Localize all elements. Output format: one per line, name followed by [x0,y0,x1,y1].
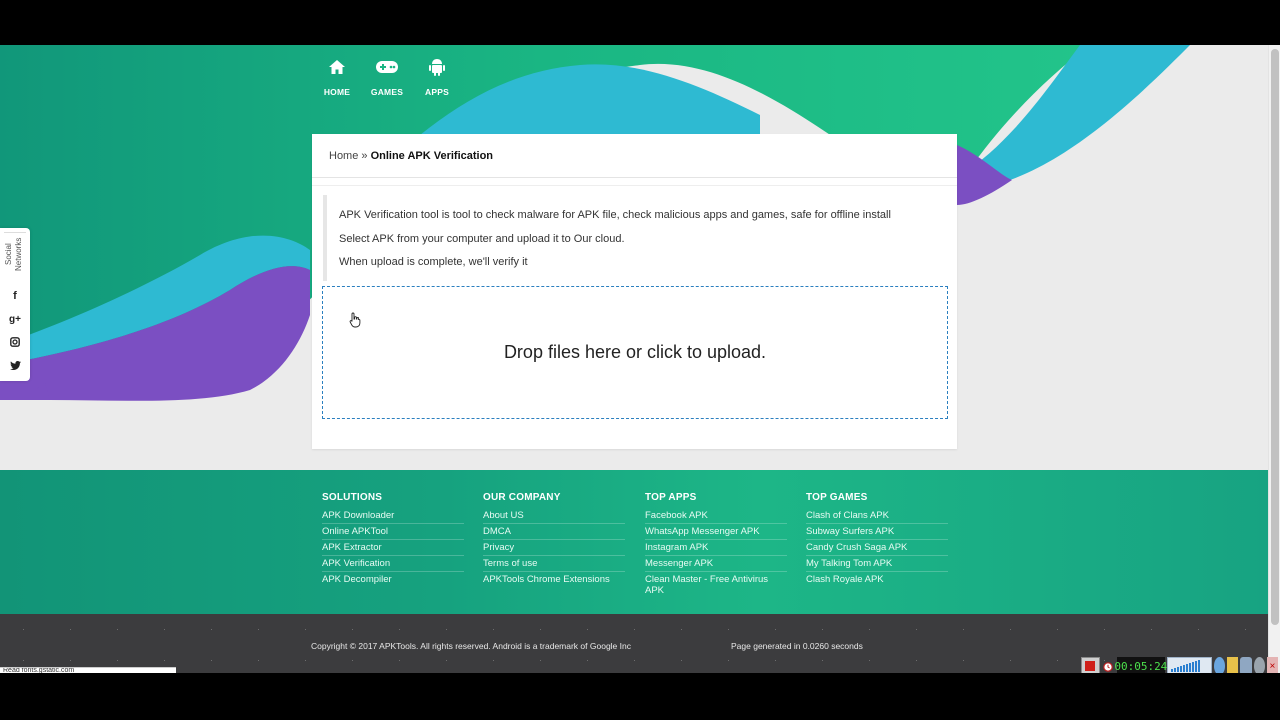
footer-link[interactable]: WhatsApp Messenger APK [645,524,787,540]
footer-column-top-games: TOP GAMES Clash of Clans APK Subway Surf… [806,492,948,587]
footer-link[interactable]: Instagram APK [645,540,787,556]
footer-column-our-company: OUR COMPANY About US DMCA Privacy Terms … [483,492,625,587]
main-card: Home » Online APK Verification APK Verif… [312,134,957,449]
footer: SOLUTIONS APK Downloader Online APKTool … [0,470,1268,614]
social-networks-sidebar: Social Networks f g+ [0,228,30,381]
nav-home[interactable]: HOME [312,55,362,97]
info-line: When upload is complete, we'll verify it [339,256,528,268]
footer-link[interactable]: Privacy [483,540,625,556]
vertical-scrollbar[interactable] [1268,45,1280,673]
footer-column-title: OUR COMPANY [483,492,561,503]
record-stop-icon[interactable] [1081,657,1100,673]
facebook-icon[interactable]: f [7,288,23,304]
copyright-text: Copyright © 2017 APKTools. All rights re… [311,641,631,651]
system-tray: 00:05:24 × [1081,656,1280,673]
footer-link[interactable]: APK Extractor [322,540,464,556]
folder-icon[interactable] [1227,657,1239,673]
nav-apps-label: APPS [425,87,449,97]
footer-column-title: TOP GAMES [806,492,868,503]
footer-column-top-apps: TOP APPS Facebook APK WhatsApp Messenger… [645,492,787,598]
gear-icon[interactable] [1253,657,1265,673]
hand-cursor-icon [349,312,361,328]
info-line: APK Verification tool is tool to check m… [339,209,891,221]
nav-games-label: GAMES [370,87,404,97]
footer-link[interactable]: About US [483,508,625,524]
nav-home-label: HOME [323,87,351,97]
twitter-icon[interactable] [7,357,23,373]
breadcrumb-current: Online APK Verification [370,149,494,162]
browser-viewport: HOME GAMES APPS Social Networks f g+ Hom… [0,45,1280,673]
gamepad-icon [375,55,399,79]
divider [312,185,957,186]
dropzone-label: Drop files here or click to upload. [503,342,767,362]
footer-link[interactable]: Online APKTool [322,524,464,540]
footer-link[interactable]: Clash Royale APK [806,572,948,587]
copyright-bar: Copyright © 2017 APKTools. All rights re… [0,614,1268,673]
nav-apps[interactable]: APPS [412,55,462,97]
home-icon [325,55,349,79]
footer-link[interactable]: Facebook APK [645,508,787,524]
volume-meter-icon[interactable] [1166,657,1213,673]
footer-link[interactable]: APK Verification [322,556,464,572]
footer-column-title: SOLUTIONS [322,492,383,503]
info-line: Select APK from your computer and upload… [339,232,625,245]
footer-link[interactable]: Clean Master - Free Antivirus APK [645,572,787,598]
top-navigation: HOME GAMES APPS [312,55,462,97]
footer-link[interactable]: APK Downloader [322,508,464,524]
social-title: Social Networks [4,232,26,276]
footer-link[interactable]: Clash of Clans APK [806,508,948,524]
footer-link[interactable]: Terms of use [483,556,625,572]
breadcrumb-home-link[interactable]: Home [329,150,358,162]
scrollbar-thumb[interactable] [1271,49,1279,625]
clock-text: 00:05:24 [1114,659,1168,673]
footer-column-solutions: SOLUTIONS APK Downloader Online APKTool … [322,492,464,587]
footer-link[interactable]: Candy Crush Saga APK [806,540,948,556]
nav-games[interactable]: GAMES [362,55,412,97]
google-plus-icon[interactable]: g+ [7,311,23,327]
settings-icon[interactable] [1240,657,1252,673]
footer-link[interactable]: DMCA [483,524,625,540]
footer-column-title: TOP APPS [645,492,697,503]
footer-link[interactable]: APKTools Chrome Extensions [483,572,625,587]
digital-clock: 00:05:24 [1114,657,1168,673]
file-dropzone[interactable]: Drop files here or click to upload. [322,286,948,419]
instagram-icon[interactable] [7,334,23,350]
breadcrumb-separator: » [358,149,371,162]
footer-link[interactable]: Messenger APK [645,556,787,572]
browser-status-bar: Read fonts.gstatic.com [0,667,176,673]
footer-link[interactable]: APK Decompiler [322,572,464,587]
page-generated-text: Page generated in 0.0260 seconds [731,641,863,651]
footer-link[interactable]: My Talking Tom APK [806,556,948,572]
android-icon [425,55,449,79]
close-icon[interactable]: × [1266,657,1279,673]
footer-link[interactable]: Subway Surfers APK [806,524,948,540]
info-blockquote: APK Verification tool is tool to check m… [323,195,943,281]
alarm-clock-icon[interactable] [1102,657,1115,673]
breadcrumb: Home » Online APK Verification [312,134,957,178]
network-icon[interactable] [1214,657,1226,673]
